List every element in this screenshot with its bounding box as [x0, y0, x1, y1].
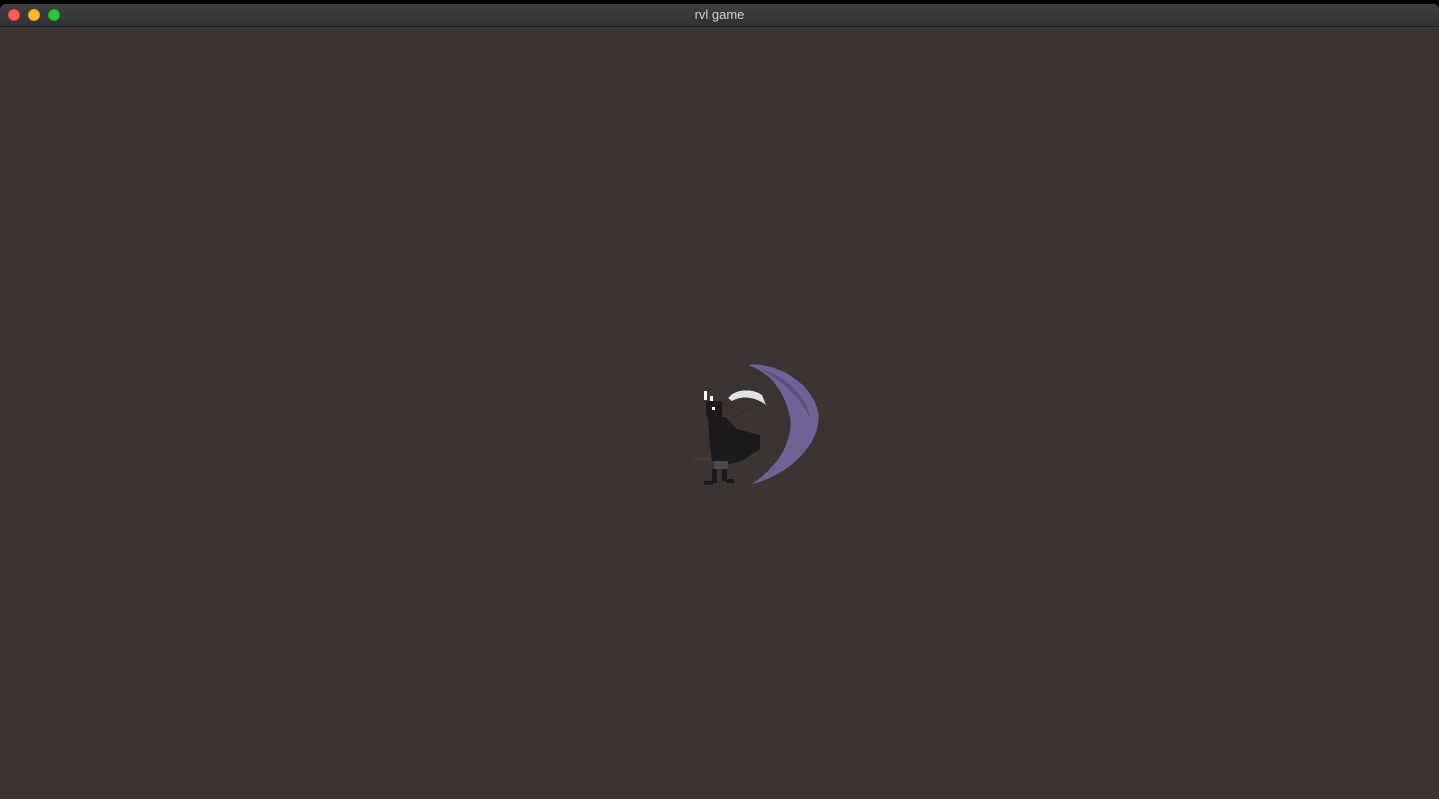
foot-left	[704, 481, 713, 485]
scythe-blade	[728, 390, 766, 405]
leg-left	[712, 469, 717, 483]
cloak	[708, 417, 760, 465]
game-viewport[interactable]	[0, 27, 1439, 799]
ear-left	[704, 391, 707, 400]
player-sprite	[694, 364, 819, 485]
cloak-edge	[714, 461, 728, 469]
window-title: rvl game	[694, 7, 745, 22]
eye	[712, 407, 715, 410]
game-window: rvl game	[0, 4, 1439, 799]
foot-right	[726, 479, 734, 483]
handle-tail	[694, 457, 710, 460]
title-bar[interactable]: rvl game	[0, 4, 1439, 27]
